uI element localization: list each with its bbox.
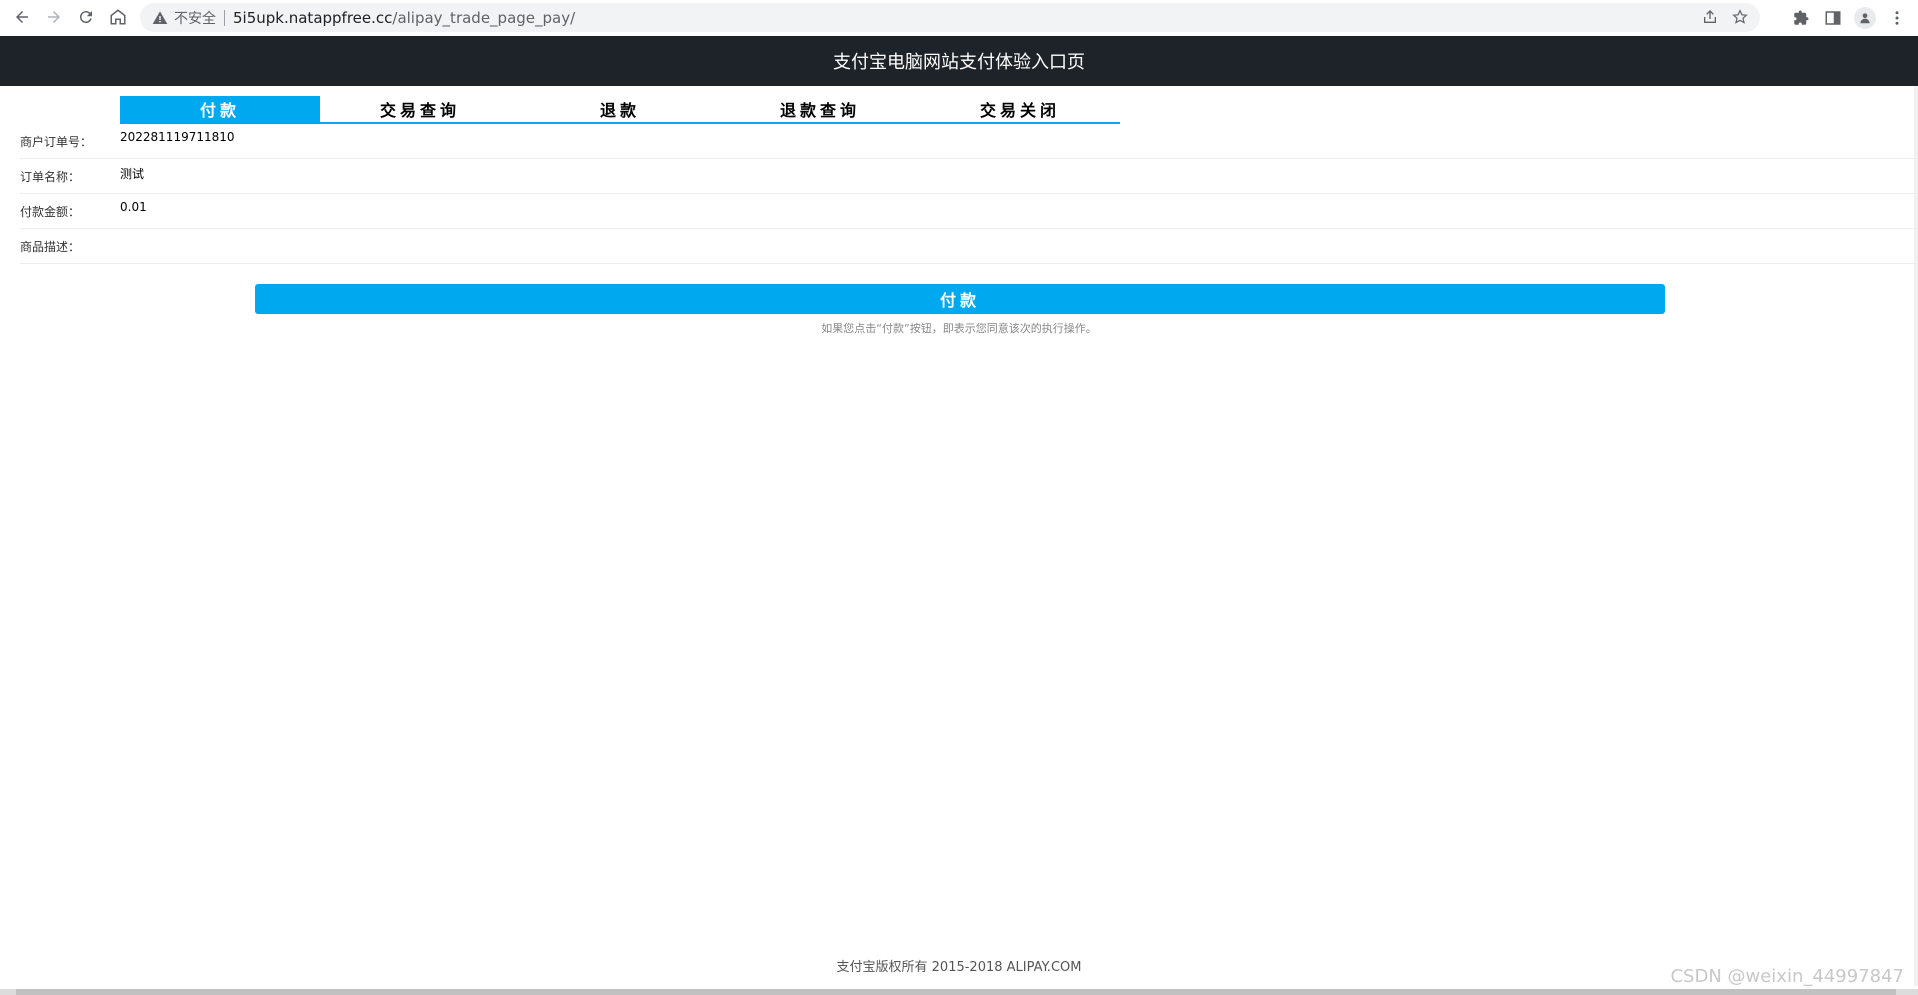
omnibox-actions bbox=[1702, 9, 1748, 25]
pay-note: 如果您点击“付款”按钮，即表示您同意该次的执行操作。 bbox=[821, 322, 1097, 335]
tab-pay[interactable]: 付款 bbox=[120, 96, 320, 122]
back-button[interactable] bbox=[6, 1, 38, 33]
order-name-input[interactable]: 测试 bbox=[120, 165, 144, 182]
footer-copyright: 支付宝版权所有 2015-2018 ALIPAY.COM bbox=[836, 960, 1082, 975]
reload-icon bbox=[79, 11, 92, 24]
tab-refund-query[interactable]: 退款查询 bbox=[720, 96, 920, 122]
reload-button[interactable] bbox=[70, 1, 102, 33]
payment-form: 商户订单号： 202281119711810 订单名称： 测试 付款金额： 0.… bbox=[20, 124, 1918, 264]
person-icon bbox=[1860, 12, 1870, 23]
horizontal-scrollbar[interactable] bbox=[0, 989, 1918, 995]
share-icon[interactable] bbox=[1702, 9, 1718, 25]
amount-input[interactable]: 0.01 bbox=[120, 200, 147, 214]
arrow-right-icon bbox=[48, 11, 60, 23]
browser-actions bbox=[1788, 3, 1918, 32]
warning-icon bbox=[152, 10, 168, 24]
amount-label: 付款金额： bbox=[20, 205, 81, 219]
pay-button[interactable]: 付款 bbox=[255, 284, 1665, 314]
tab-trade-query[interactable]: 交易查询 bbox=[320, 96, 520, 122]
arrow-left-icon bbox=[16, 11, 28, 23]
avatar bbox=[1854, 6, 1876, 29]
description-label: 商品描述： bbox=[20, 240, 81, 254]
browser-toolbar: 不安全 5i5upk.natappfree.cc/alipay_trade_pa… bbox=[0, 0, 1918, 35]
page-header: 支付宝电脑网站支付体验入口页 bbox=[0, 36, 1918, 86]
order-number-label: 商户订单号： bbox=[20, 135, 93, 149]
home-button[interactable] bbox=[102, 1, 134, 33]
order-number-row: 商户订单号： 202281119711810 bbox=[20, 124, 1918, 159]
order-name-row: 订单名称： 测试 bbox=[20, 159, 1918, 194]
menu-button[interactable] bbox=[1884, 5, 1910, 31]
address-bar[interactable]: 不安全 5i5upk.natappfree.cc/alipay_trade_pa… bbox=[140, 3, 1760, 32]
omnibox-divider bbox=[224, 9, 225, 26]
side-panel-button[interactable] bbox=[1820, 5, 1846, 31]
description-input[interactable] bbox=[120, 235, 1820, 255]
url-path: /alipay_trade_page_pay/ bbox=[392, 8, 576, 27]
tab-trade-close[interactable]: 交易关闭 bbox=[920, 96, 1120, 122]
more-vertical-icon bbox=[1895, 10, 1899, 25]
horizontal-scrollbar-thumb[interactable] bbox=[16, 989, 1896, 995]
url-host: 5i5upk.natappfree.cc bbox=[233, 8, 393, 27]
tab-refund[interactable]: 退款 bbox=[520, 96, 720, 122]
watermark: CSDN @weixin_44997847 bbox=[1670, 966, 1904, 987]
puzzle-icon bbox=[1794, 10, 1809, 25]
side-panel-icon bbox=[1825, 10, 1841, 25]
profile-button[interactable] bbox=[1852, 5, 1878, 31]
order-name-label: 订单名称： bbox=[20, 170, 81, 184]
order-number-input[interactable]: 202281119711810 bbox=[120, 130, 235, 144]
home-icon bbox=[110, 9, 126, 25]
forward-button[interactable] bbox=[38, 1, 70, 33]
security-label: 不安全 bbox=[174, 10, 216, 27]
extensions-button[interactable] bbox=[1788, 5, 1814, 31]
description-row: 商品描述： bbox=[20, 229, 1918, 264]
amount-row: 付款金额： 0.01 bbox=[20, 194, 1918, 229]
bookmark-star-icon[interactable] bbox=[1732, 9, 1748, 25]
page-title: 支付宝电脑网站支付体验入口页 bbox=[833, 52, 1085, 73]
tab-bar: 付款 交易查询 退款 退款查询 交易关闭 bbox=[120, 96, 1120, 124]
